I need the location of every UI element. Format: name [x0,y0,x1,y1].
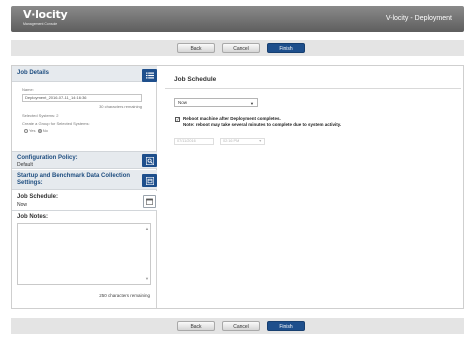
reboot-checkbox[interactable]: ✓ [175,117,180,122]
config-policy-header[interactable]: Configuration Policy: Default [12,151,157,169]
settings-window-icon[interactable] [142,174,157,187]
job-schedule-pane: Job Schedule Now ▼ ✓ Reboot machine afte… [165,66,461,308]
pane-divider [165,88,461,89]
selected-systems-text: Selected Systems: 2 [22,113,59,118]
top-button-bar: Back Cancel Finish [11,40,464,56]
schedule-select[interactable]: Now ▼ [174,98,258,107]
schedule-select-value: Now [178,100,188,105]
notes-scrollbar[interactable]: ▲ ▼ [145,225,149,283]
schedule-time-value: 02:16 PM [223,139,240,143]
chevron-down-icon: ▼ [258,139,262,143]
job-schedule-value: Now [17,202,28,208]
job-details-header[interactable]: Job Details [12,66,157,82]
back-button[interactable]: Back [177,43,215,53]
scroll-down-icon[interactable]: ▼ [145,277,149,281]
name-label: Name: [22,87,34,92]
app-title: V-locity - Deployment [385,15,452,22]
config-policy-title: Configuration Policy: [17,155,78,161]
no-radio[interactable] [37,128,42,133]
magnify-icon[interactable] [142,154,157,167]
list-icon[interactable] [142,69,157,82]
create-group-label: Create a Group for Selected Systems: [22,121,90,126]
chevron-down-icon: ▼ [250,101,254,106]
yes-radio[interactable] [24,128,28,133]
cancel-button[interactable]: Cancel [222,43,260,53]
schedule-date-input[interactable]: 07/11/2016 [174,138,214,145]
reboot-note: Note: reboot may take several minutes to… [183,121,342,127]
scroll-up-icon[interactable]: ▲ [145,227,149,231]
startup-settings-title: Startup and Benchmark Data Collection Se… [17,173,131,186]
cancel-button[interactable]: Cancel [222,321,260,331]
startup-settings-header[interactable]: Startup and Benchmark Data Collection Se… [12,170,157,190]
pane-title: Job Schedule [174,76,217,83]
config-policy-value: Default [17,162,33,168]
schedule-time-input[interactable]: 02:16 PM ▼ [220,138,265,145]
app-logo: V·locity [23,8,68,21]
back-button[interactable]: Back [177,321,215,331]
notes-remaining-text: 250 characters remaining [99,293,150,298]
name-remaining-text: 30 characters remaining [99,104,142,109]
bottom-button-bar: Back Cancel Finish [11,318,464,334]
wizard-sidebar: Job Details Name: Deployment_2016-07-11_… [12,66,157,308]
create-group-radios: Yes No [24,128,48,133]
finish-button[interactable]: Finish [267,321,305,331]
reboot-label-block: Reboot machine after Deployment complete… [183,116,341,127]
app-header: V·locity Management Console V-locity - D… [11,6,464,32]
calendar-icon[interactable] [143,195,156,208]
job-details-title: Job Details [17,70,50,76]
main-panel: Job Details Name: Deployment_2016-07-11_… [11,65,464,309]
job-name-input[interactable]: Deployment_2016-07-11_14:16:36 [22,94,142,102]
no-label: No [42,128,48,133]
job-notes-title: Job Notes: [17,214,49,220]
job-schedule-header[interactable]: Job Schedule: Now [12,191,157,211]
job-notes-textarea[interactable]: ▲ ▼ [17,223,151,285]
app-logo-subtitle: Management Console [23,22,58,26]
job-schedule-title: Job Schedule: [17,194,59,200]
yes-label: Yes [29,128,36,133]
finish-button[interactable]: Finish [267,43,305,53]
